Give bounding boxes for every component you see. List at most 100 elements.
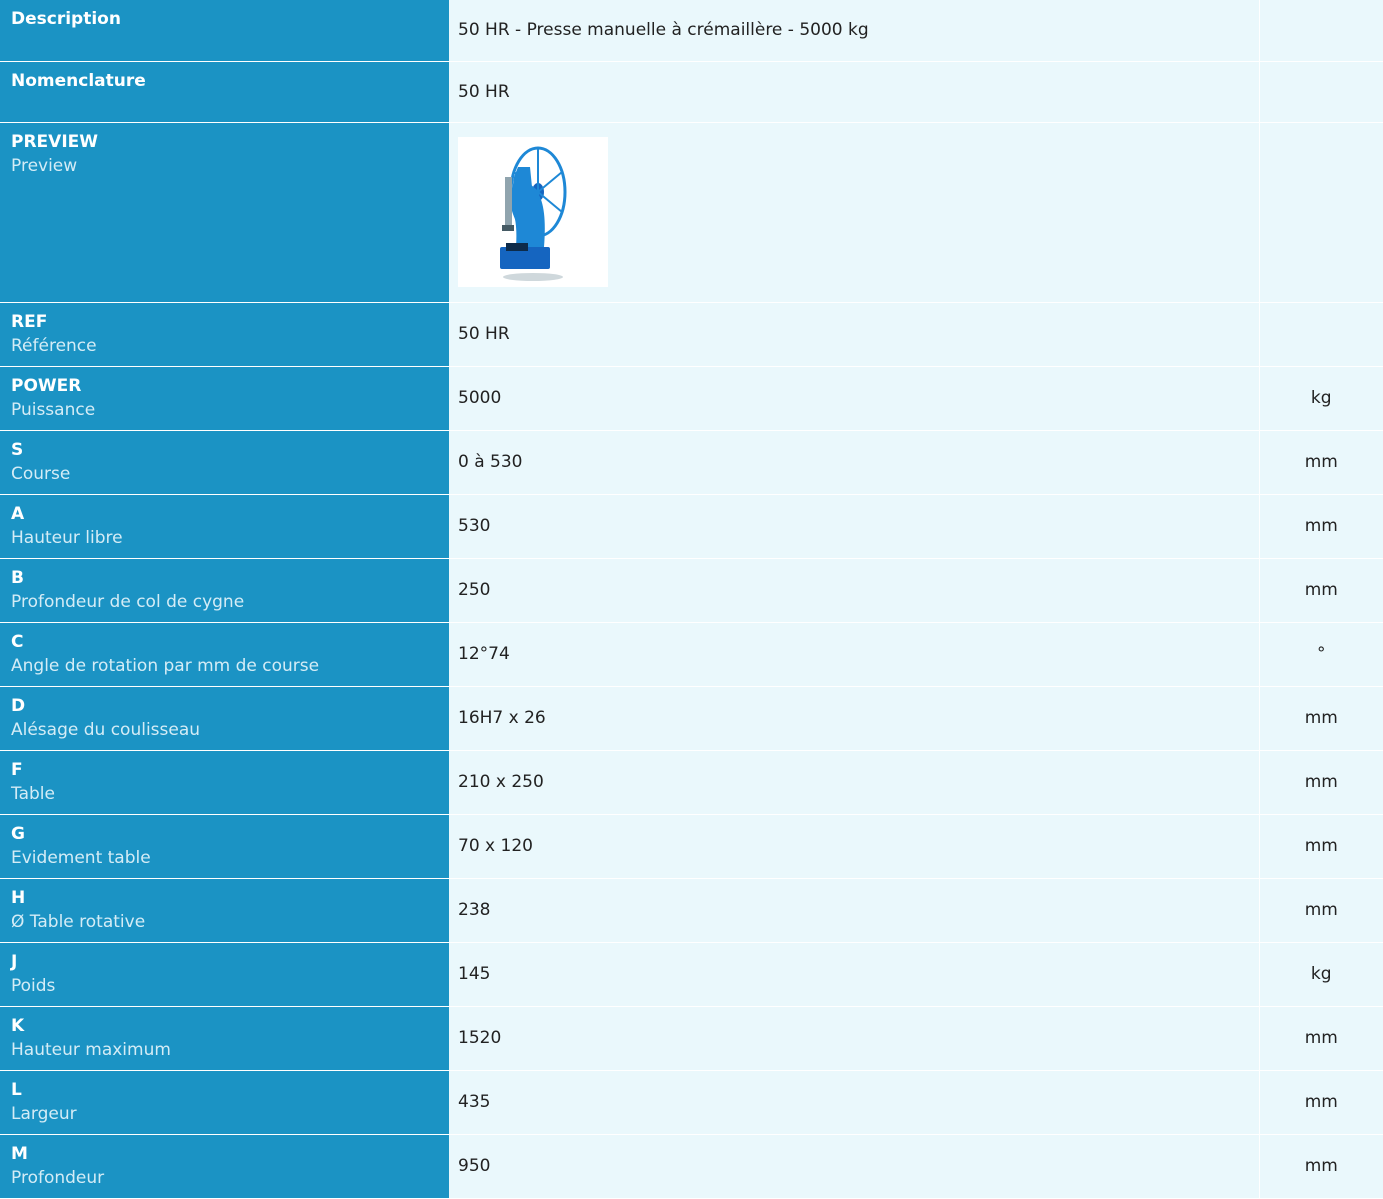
row-value: 530 xyxy=(449,494,1259,559)
row-label: D Alésage du coulisseau xyxy=(0,686,449,751)
row-m: M Profondeur 950 mm xyxy=(0,1134,1383,1199)
row-power: POWER Puissance 5000 kg xyxy=(0,366,1383,431)
row-preview: PREVIEW Preview xyxy=(0,122,1383,303)
row-label: REF Référence xyxy=(0,302,449,367)
row-code: B xyxy=(11,567,24,588)
row-s: S Course 0 à 530 mm xyxy=(0,430,1383,495)
row-name: Référence xyxy=(11,335,97,356)
row-name: Table xyxy=(11,783,55,804)
row-name: Profondeur de col de cygne xyxy=(11,591,245,612)
row-code: F xyxy=(11,759,23,780)
row-code: L xyxy=(11,1079,22,1100)
row-unit: mm xyxy=(1258,878,1383,943)
preview-cell xyxy=(449,122,1259,303)
row-value: 1520 xyxy=(449,1006,1259,1071)
row-a: A Hauteur libre 530 mm xyxy=(0,494,1383,559)
row-unit: kg xyxy=(1258,942,1383,1007)
row-k: K Hauteur maximum 1520 mm xyxy=(0,1006,1383,1071)
row-name: Hauteur libre xyxy=(11,527,123,548)
row-ref: REF Référence 50 HR xyxy=(0,302,1383,367)
row-value: 0 à 530 xyxy=(449,430,1259,495)
row-code: Description xyxy=(11,9,121,29)
row-j: J Poids 145 kg xyxy=(0,942,1383,1007)
row-label: L Largeur xyxy=(0,1070,449,1135)
spec-table: Description 50 HR - Presse manuelle à cr… xyxy=(0,0,1383,1199)
row-code: J xyxy=(11,951,18,972)
row-code: REF xyxy=(11,311,48,332)
row-unit: mm xyxy=(1258,494,1383,559)
row-code: C xyxy=(11,631,24,652)
row-unit: mm xyxy=(1258,814,1383,879)
row-name: Ø Table rotative xyxy=(11,911,146,932)
row-unit: mm xyxy=(1258,750,1383,815)
row-value: 435 xyxy=(449,1070,1259,1135)
row-name: Course xyxy=(11,463,71,484)
row-name: Preview xyxy=(11,155,78,176)
row-label: Description xyxy=(0,0,449,62)
row-code: PREVIEW xyxy=(11,131,99,152)
row-label: S Course xyxy=(0,430,449,495)
row-unit xyxy=(1258,0,1383,62)
row-code: K xyxy=(11,1015,25,1036)
row-unit: mm xyxy=(1258,1134,1383,1199)
row-name: Angle de rotation par mm de course xyxy=(11,655,320,676)
row-value: 50 HR - Presse manuelle à crémaillère - … xyxy=(449,0,1259,62)
row-value: 50 HR xyxy=(449,61,1259,123)
row-name: Largeur xyxy=(11,1103,77,1124)
row-value: 50 HR xyxy=(449,302,1259,367)
row-unit: mm xyxy=(1258,558,1383,623)
row-unit: mm xyxy=(1258,430,1383,495)
row-description: Description 50 HR - Presse manuelle à cr… xyxy=(0,0,1383,62)
row-unit: mm xyxy=(1258,686,1383,751)
manual-rack-press-icon xyxy=(500,146,567,281)
row-name: Puissance xyxy=(11,399,96,420)
row-h: H Ø Table rotative 238 mm xyxy=(0,878,1383,943)
row-label: G Evidement table xyxy=(0,814,449,879)
row-code: H xyxy=(11,887,26,908)
row-name: Hauteur maximum xyxy=(11,1039,171,1060)
row-label: B Profondeur de col de cygne xyxy=(0,558,449,623)
row-code: A xyxy=(11,503,25,524)
row-value: 70 x 120 xyxy=(449,814,1259,879)
row-unit: mm xyxy=(1258,1006,1383,1071)
row-name: Profondeur xyxy=(11,1167,105,1188)
row-g: G Evidement table 70 x 120 mm xyxy=(0,814,1383,879)
row-b: B Profondeur de col de cygne 250 mm xyxy=(0,558,1383,623)
row-value: 238 xyxy=(449,878,1259,943)
row-value: 950 xyxy=(449,1134,1259,1199)
row-code: M xyxy=(11,1143,28,1164)
row-label: A Hauteur libre xyxy=(0,494,449,559)
row-unit xyxy=(1258,122,1383,303)
row-name: Poids xyxy=(11,975,56,996)
row-code: G xyxy=(11,823,25,844)
row-nomenclature: Nomenclature 50 HR xyxy=(0,61,1383,123)
row-label: J Poids xyxy=(0,942,449,1007)
preview-image[interactable] xyxy=(458,137,608,287)
row-unit xyxy=(1258,61,1383,123)
row-value: 16H7 x 26 xyxy=(449,686,1259,751)
row-code: POWER xyxy=(11,375,82,396)
row-d: D Alésage du coulisseau 16H7 x 26 mm xyxy=(0,686,1383,751)
row-label: H Ø Table rotative xyxy=(0,878,449,943)
row-value: 12°74 xyxy=(449,622,1259,687)
row-unit: ° xyxy=(1258,622,1383,687)
row-label: PREVIEW Preview xyxy=(0,122,449,303)
row-code: Nomenclature xyxy=(11,70,146,91)
row-label: Nomenclature xyxy=(0,61,449,123)
row-value: 145 xyxy=(449,942,1259,1007)
row-code: S xyxy=(11,439,24,460)
row-unit: kg xyxy=(1258,366,1383,431)
row-value: 5000 xyxy=(449,366,1259,431)
row-f: F Table 210 x 250 mm xyxy=(0,750,1383,815)
row-unit: mm xyxy=(1258,1070,1383,1135)
row-label: C Angle de rotation par mm de course xyxy=(0,622,449,687)
row-name: Alésage du coulisseau xyxy=(11,719,201,740)
row-name: Evidement table xyxy=(11,847,151,868)
row-label: M Profondeur xyxy=(0,1134,449,1199)
row-unit xyxy=(1258,302,1383,367)
row-value: 250 xyxy=(449,558,1259,623)
row-value: 210 x 250 xyxy=(449,750,1259,815)
row-label: F Table xyxy=(0,750,449,815)
row-label: POWER Puissance xyxy=(0,366,449,431)
row-l: L Largeur 435 mm xyxy=(0,1070,1383,1135)
